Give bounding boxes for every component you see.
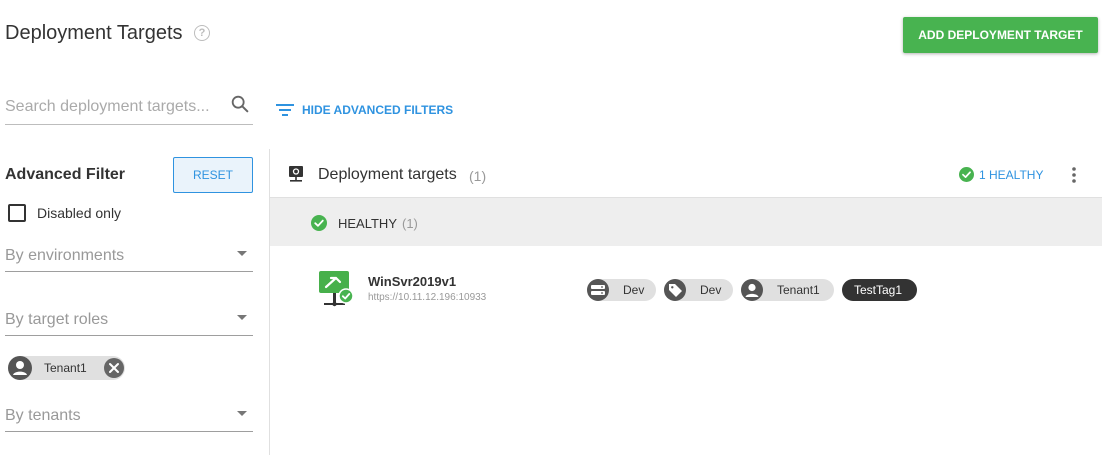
windows-server-icon[interactable] <box>318 270 354 310</box>
card-count: (1) <box>469 168 487 184</box>
environments-select[interactable]: By environments <box>5 241 253 272</box>
search-icon[interactable] <box>229 93 251 115</box>
user-icon <box>8 356 32 380</box>
health-group-title: HEALTHY <box>338 216 397 231</box>
tenant-chip-label: Tenant1 <box>44 361 87 375</box>
target-uri: https://10.11.12.196:10933 <box>368 292 487 303</box>
add-deployment-target-button[interactable]: ADD DEPLOYMENT TARGET <box>903 17 1098 53</box>
card-title: Deployment targets <box>318 166 457 183</box>
hide-advanced-filters-button[interactable]: HIDE ADVANCED FILTERS <box>276 100 453 120</box>
health-group-count: (1) <box>402 216 418 231</box>
chevron-down-icon <box>237 315 247 320</box>
user-icon <box>741 279 763 301</box>
advanced-filter-title: Advanced Filter <box>5 166 126 183</box>
tenant-tag-chip[interactable]: TestTag1 <box>842 279 917 301</box>
disabled-only-label: Disabled only <box>37 205 122 221</box>
healthy-summary[interactable]: 1 HEALTHY <box>959 167 1043 182</box>
tenants-select[interactable]: By tenants <box>5 401 253 432</box>
disabled-only-checkbox[interactable]: Disabled only <box>8 204 121 222</box>
check-circle-icon <box>311 215 327 231</box>
environment-chip-label: Dev <box>623 283 645 297</box>
tag-icon <box>664 279 686 301</box>
tenant-tag-label: TestTag1 <box>854 283 903 297</box>
environment-chip[interactable]: Dev <box>587 279 656 301</box>
tenant-chip[interactable]: Tenant1 <box>741 279 834 301</box>
filter-icon <box>276 104 294 116</box>
remove-chip-icon[interactable] <box>104 358 124 378</box>
reset-button[interactable]: RESET <box>173 157 253 193</box>
environments-placeholder: By environments <box>5 247 125 264</box>
tenants-placeholder: By tenants <box>5 407 81 424</box>
page-title: Deployment Targets <box>5 22 183 44</box>
chevron-down-icon <box>237 251 247 256</box>
more-vert-icon[interactable] <box>1066 166 1082 184</box>
tenant-filter-chip: Tenant1 <box>8 356 125 380</box>
checkbox-box[interactable] <box>8 204 26 222</box>
target-name-link[interactable]: WinSvr2019v1 <box>368 274 456 289</box>
target-roles-select[interactable]: By target roles <box>5 305 253 336</box>
role-chip[interactable]: Dev <box>664 279 733 301</box>
chevron-down-icon <box>237 411 247 416</box>
search-input[interactable] <box>5 96 227 118</box>
check-circle-icon <box>959 167 974 182</box>
deployment-target-icon <box>289 166 303 182</box>
tenant-chip-label: Tenant1 <box>777 283 820 297</box>
healthy-summary-label: 1 HEALTHY <box>979 167 1044 182</box>
role-chip-label: Dev <box>700 283 722 297</box>
help-icon[interactable]: ? <box>194 25 210 41</box>
search-field <box>5 88 253 125</box>
hide-advanced-filters-label: HIDE ADVANCED FILTERS <box>302 103 454 117</box>
server-icon <box>587 279 609 301</box>
target-roles-placeholder: By target roles <box>5 311 109 328</box>
